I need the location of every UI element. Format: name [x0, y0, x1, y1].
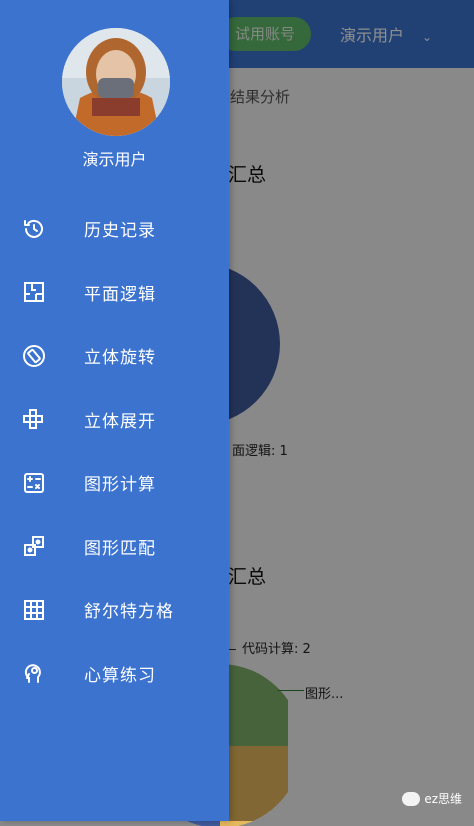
- watermark-text: ez思维: [424, 792, 462, 806]
- history-icon: [21, 216, 47, 242]
- navigation-drawer: 演示用户 历史记录 平面逻辑 立体旋转 立体展开 图形计算 图形匹配 舒尔特方格…: [0, 0, 229, 821]
- menu-item-label: 心算练习: [84, 665, 156, 686]
- match-icon: [21, 533, 47, 559]
- menu-item-schulte-grid[interactable]: 舒尔特方格: [0, 578, 229, 642]
- cube-net-icon: [21, 406, 47, 432]
- menu-item-label: 图形计算: [84, 475, 156, 496]
- drawer-menu: 历史记录 平面逻辑 立体旋转 立体展开 图形计算 图形匹配 舒尔特方格 心算练习: [0, 197, 229, 705]
- menu-item-label: 图形匹配: [84, 538, 156, 559]
- wechat-icon: [402, 791, 421, 806]
- menu-item-plane-logic[interactable]: 平面逻辑: [0, 261, 229, 325]
- watermark: ez思维: [402, 790, 462, 807]
- menu-item-label: 平面逻辑: [84, 284, 156, 305]
- avatar-image: [62, 28, 170, 136]
- avatar[interactable]: [62, 28, 170, 136]
- menu-item-history[interactable]: 历史记录: [0, 197, 229, 261]
- head-gear-icon: [21, 660, 47, 686]
- menu-item-label: 历史记录: [84, 221, 156, 242]
- drawer-username: 演示用户: [82, 150, 147, 169]
- menu-item-label: 立体旋转: [84, 348, 156, 369]
- menu-item-shape-match[interactable]: 图形匹配: [0, 515, 229, 579]
- grid-icon: [21, 597, 47, 623]
- rotate-icon: [21, 343, 47, 369]
- calculator-icon: [21, 470, 47, 496]
- menu-item-3d-unfold[interactable]: 立体展开: [0, 388, 229, 452]
- floorplan-icon: [21, 279, 47, 305]
- menu-item-mental-math[interactable]: 心算练习: [0, 642, 229, 706]
- menu-item-label: 立体展开: [84, 411, 156, 432]
- menu-item-shape-calc[interactable]: 图形计算: [0, 451, 229, 515]
- menu-item-label: 舒尔特方格: [84, 602, 174, 623]
- menu-item-3d-rotate[interactable]: 立体旋转: [0, 324, 229, 388]
